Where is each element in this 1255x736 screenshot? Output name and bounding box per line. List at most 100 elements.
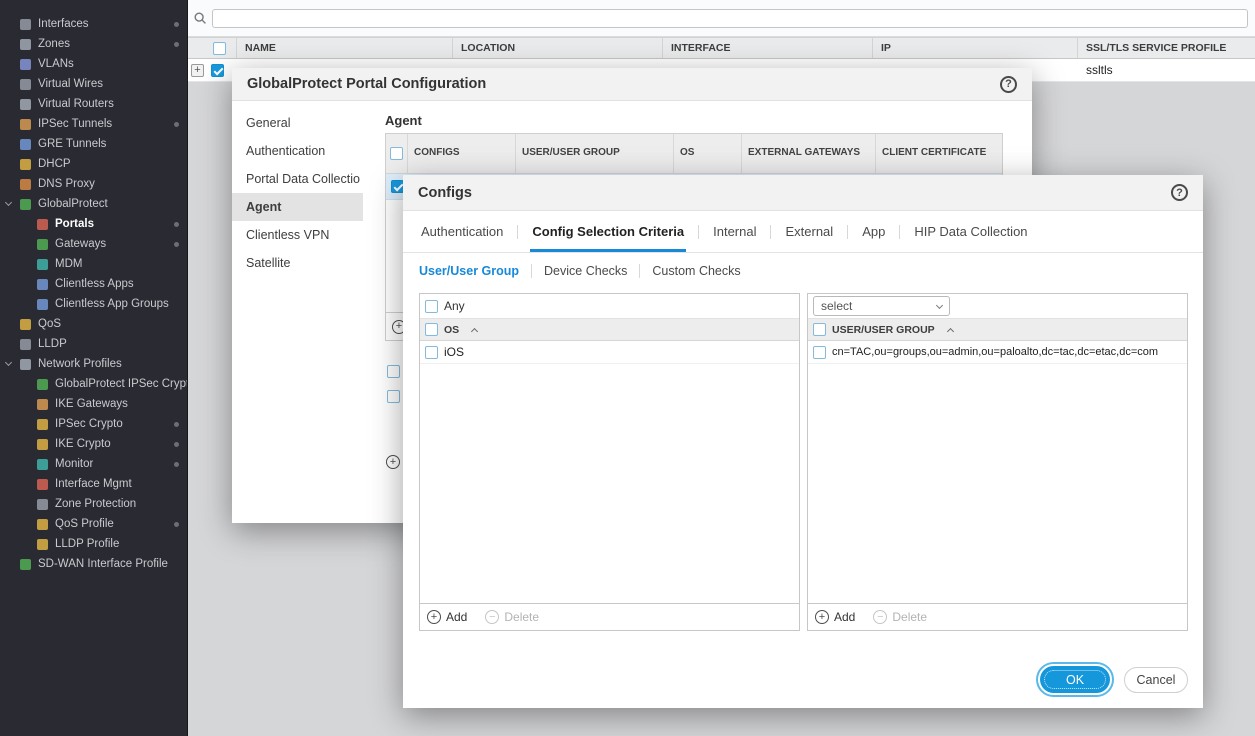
column-header-ssl-profile[interactable]: SSL/TLS SERVICE PROFILE <box>1078 38 1255 58</box>
sidebar-item-sdwan-interface-profile[interactable]: SD-WAN Interface Profile <box>0 554 187 574</box>
column-header-user-group[interactable]: USER/USER GROUP <box>516 134 674 173</box>
sidebar-item-globalprotect[interactable]: GlobalProtect <box>0 194 187 214</box>
tab-app[interactable]: App <box>860 211 887 252</box>
ok-button[interactable]: OK <box>1040 666 1110 693</box>
sidebar-item-ipsec-tunnels[interactable]: IPSec Tunnels <box>0 114 187 134</box>
user-group-row[interactable]: cn=TAC,ou=groups,ou=admin,ou=paloalto,dc… <box>808 341 1187 364</box>
sidebar-item-virtual-routers[interactable]: Virtual Routers <box>0 94 187 114</box>
user-group-row-checkbox[interactable] <box>813 346 826 359</box>
sidebar-item-monitor[interactable]: Monitor <box>0 454 187 474</box>
tab-config-selection-criteria[interactable]: Config Selection Criteria <box>530 211 686 252</box>
column-header-interface[interactable]: INTERFACE <box>663 38 873 58</box>
nav-item-satellite[interactable]: Satellite <box>232 249 363 277</box>
sidebar-item-ike-crypto[interactable]: IKE Crypto <box>0 434 187 454</box>
any-checkbox[interactable] <box>425 300 438 313</box>
os-select-all-checkbox[interactable] <box>425 323 438 336</box>
column-header-name[interactable]: NAME <box>237 38 453 58</box>
row-checkbox[interactable] <box>211 64 224 77</box>
tab-internal[interactable]: Internal <box>711 211 758 252</box>
user-group-column-header[interactable]: USER/USER GROUP <box>808 319 1187 341</box>
sidebar-item-dns-proxy[interactable]: DNS Proxy <box>0 174 187 194</box>
nav-item-authentication[interactable]: Authentication <box>232 137 363 165</box>
portal-config-title: GlobalProtect Portal Configuration <box>247 76 1000 92</box>
sidebar-item-lldp-profile[interactable]: LLDP Profile <box>0 534 187 554</box>
clientless-app-groups-icon <box>37 299 48 310</box>
tab-authentication[interactable]: Authentication <box>419 211 505 252</box>
help-icon[interactable] <box>1000 76 1017 93</box>
column-header-configs[interactable]: CONFIGS <box>408 134 516 173</box>
column-header-client-certificate[interactable]: CLIENT CERTIFICATE <box>876 134 1002 173</box>
agent-secondary-add-button[interactable] <box>386 455 400 469</box>
sidebar-item-qos[interactable]: QoS <box>0 314 187 334</box>
sidebar-item-gateways[interactable]: Gateways <box>0 234 187 254</box>
user-group-add-button[interactable]: Add <box>815 610 855 624</box>
agent-option-checkbox-2 <box>387 390 400 403</box>
sidebar-item-vlans[interactable]: VLANs <box>0 54 187 74</box>
nav-item-portal-data-collection[interactable]: Portal Data Collectio <box>232 165 363 193</box>
select-all-checkbox[interactable] <box>213 42 226 55</box>
tab-separator <box>531 264 532 278</box>
nav-item-clientless-vpn[interactable]: Clientless VPN <box>232 221 363 249</box>
subtab-device-checks[interactable]: Device Checks <box>544 264 627 278</box>
sidebar-item-interface-mgmt[interactable]: Interface Mgmt <box>0 474 187 494</box>
portals-table-header: NAME LOCATION INTERFACE IP SSL/TLS SERVI… <box>188 37 1255 59</box>
os-row-ios[interactable]: iOS <box>420 341 799 364</box>
agent-select-all-cell <box>386 134 408 173</box>
sidebar-item-mdm[interactable]: MDM <box>0 254 187 274</box>
column-header-os[interactable]: OS <box>674 134 742 173</box>
user-group-delete-button[interactable]: Delete <box>873 610 927 624</box>
configs-modal: Configs Authentication Config Selection … <box>403 175 1203 708</box>
sidebar-item-virtual-wires[interactable]: Virtual Wires <box>0 74 187 94</box>
sidebar-item-interfaces[interactable]: Interfaces <box>0 14 187 34</box>
tab-separator <box>698 225 699 239</box>
row-expander-icon[interactable] <box>191 64 204 77</box>
status-dot <box>174 222 179 227</box>
help-icon[interactable] <box>1171 184 1188 201</box>
sidebar-item-zones[interactable]: Zones <box>0 34 187 54</box>
configs-tab-bar: Authentication Config Selection Criteria… <box>403 211 1203 253</box>
os-column-header[interactable]: OS <box>420 319 799 341</box>
column-header-ip[interactable]: IP <box>873 38 1078 58</box>
sidebar-item-ike-gateways[interactable]: IKE Gateways <box>0 394 187 414</box>
select-all-cell <box>188 38 237 58</box>
sidebar-item-network-profiles[interactable]: Network Profiles <box>0 354 187 374</box>
lldp-icon <box>20 339 31 350</box>
user-group-select-all-checkbox[interactable] <box>813 323 826 336</box>
column-header-location[interactable]: LOCATION <box>453 38 663 58</box>
os-row-checkbox[interactable] <box>425 346 438 359</box>
cancel-button[interactable]: Cancel <box>1124 667 1188 693</box>
tab-external[interactable]: External <box>783 211 835 252</box>
sidebar-item-clientless-app-groups[interactable]: Clientless App Groups <box>0 294 187 314</box>
sidebar-item-clientless-apps[interactable]: Clientless Apps <box>0 274 187 294</box>
sidebar-item-dhcp[interactable]: DHCP <box>0 154 187 174</box>
sidebar-item-ipsec-crypto[interactable]: IPSec Crypto <box>0 414 187 434</box>
tab-separator <box>639 264 640 278</box>
sidebar-item-qos-profile[interactable]: QoS Profile <box>0 514 187 534</box>
user-group-select-dropdown[interactable]: select <box>813 296 950 316</box>
sidebar-item-lldp[interactable]: LLDP <box>0 334 187 354</box>
nav-item-general[interactable]: General <box>232 109 363 137</box>
agent-select-all-checkbox[interactable] <box>390 147 403 160</box>
search-input[interactable] <box>212 9 1248 28</box>
globalprotect-icon <box>20 199 31 210</box>
chevron-down-icon <box>5 359 12 366</box>
status-dot <box>174 122 179 127</box>
option-checkbox[interactable] <box>387 390 400 403</box>
sidebar-item-gre-tunnels[interactable]: GRE Tunnels <box>0 134 187 154</box>
sort-ascending-icon <box>471 327 478 334</box>
user-group-panel-empty-space <box>808 364 1187 603</box>
sidebar-item-zone-protection[interactable]: Zone Protection <box>0 494 187 514</box>
app-root: Interfaces Zones VLANs Virtual Wires Vir… <box>0 0 1255 736</box>
sidebar-item-portals[interactable]: Portals <box>0 214 187 234</box>
column-header-external-gateways[interactable]: EXTERNAL GATEWAYS <box>742 134 876 173</box>
subtab-custom-checks[interactable]: Custom Checks <box>652 264 740 278</box>
os-delete-button[interactable]: Delete <box>485 610 539 624</box>
subtab-user-user-group[interactable]: User/User Group <box>419 264 519 278</box>
tab-hip-data-collection[interactable]: HIP Data Collection <box>912 211 1029 252</box>
os-add-button[interactable]: Add <box>427 610 467 624</box>
option-checkbox[interactable] <box>387 365 400 378</box>
os-panel: Any OS iOS Add Delete <box>419 293 800 631</box>
nav-item-agent[interactable]: Agent <box>232 193 363 221</box>
sidebar-item-globalprotect-ipsec-crypto[interactable]: GlobalProtect IPSec Crypto <box>0 374 187 394</box>
portal-config-titlebar: GlobalProtect Portal Configuration <box>232 68 1032 101</box>
